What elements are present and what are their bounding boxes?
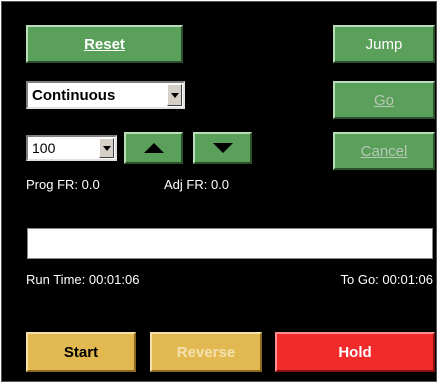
increase-button[interactable] bbox=[124, 132, 183, 164]
decrease-button[interactable] bbox=[193, 132, 252, 164]
mode-select-value: Continuous bbox=[32, 86, 116, 104]
go-button[interactable]: Go bbox=[333, 81, 435, 119]
run-time-label: Run Time: 00:01:06 bbox=[26, 272, 140, 287]
rate-select[interactable]: 100 bbox=[26, 135, 117, 161]
to-go-label: To Go: 00:01:06 bbox=[340, 272, 433, 287]
reverse-button-label: Reverse bbox=[176, 343, 236, 361]
jump-button[interactable]: Jump bbox=[333, 25, 435, 63]
mode-select[interactable]: Continuous bbox=[26, 81, 185, 109]
chevron-down-icon[interactable] bbox=[99, 138, 114, 158]
triangle-up-icon bbox=[143, 143, 164, 153]
adj-fr-label: Adj FR: 0.0 bbox=[164, 177, 230, 192]
hold-button[interactable]: Hold bbox=[275, 332, 435, 372]
control-panel: Reset Jump Continuous Go 100 Cancel Prog… bbox=[1, 1, 437, 382]
hold-button-label: Hold bbox=[338, 343, 372, 361]
start-button-label: Start bbox=[63, 343, 99, 361]
reset-button[interactable]: Reset bbox=[26, 25, 183, 63]
start-button[interactable]: Start bbox=[26, 332, 136, 372]
jump-button-label: Jump bbox=[365, 35, 403, 53]
rate-select-value: 100 bbox=[32, 140, 56, 156]
prog-fr-label: Prog FR: 0.0 bbox=[26, 177, 100, 192]
reverse-button[interactable]: Reverse bbox=[150, 332, 262, 372]
reset-button-label: Reset bbox=[84, 35, 125, 53]
triangle-down-icon bbox=[212, 143, 233, 153]
go-button-label: Go bbox=[373, 91, 394, 109]
chevron-down-icon[interactable] bbox=[167, 84, 182, 106]
cancel-button[interactable]: Cancel bbox=[333, 132, 435, 170]
cancel-button-label: Cancel bbox=[360, 142, 408, 160]
progress-bar bbox=[27, 228, 433, 259]
